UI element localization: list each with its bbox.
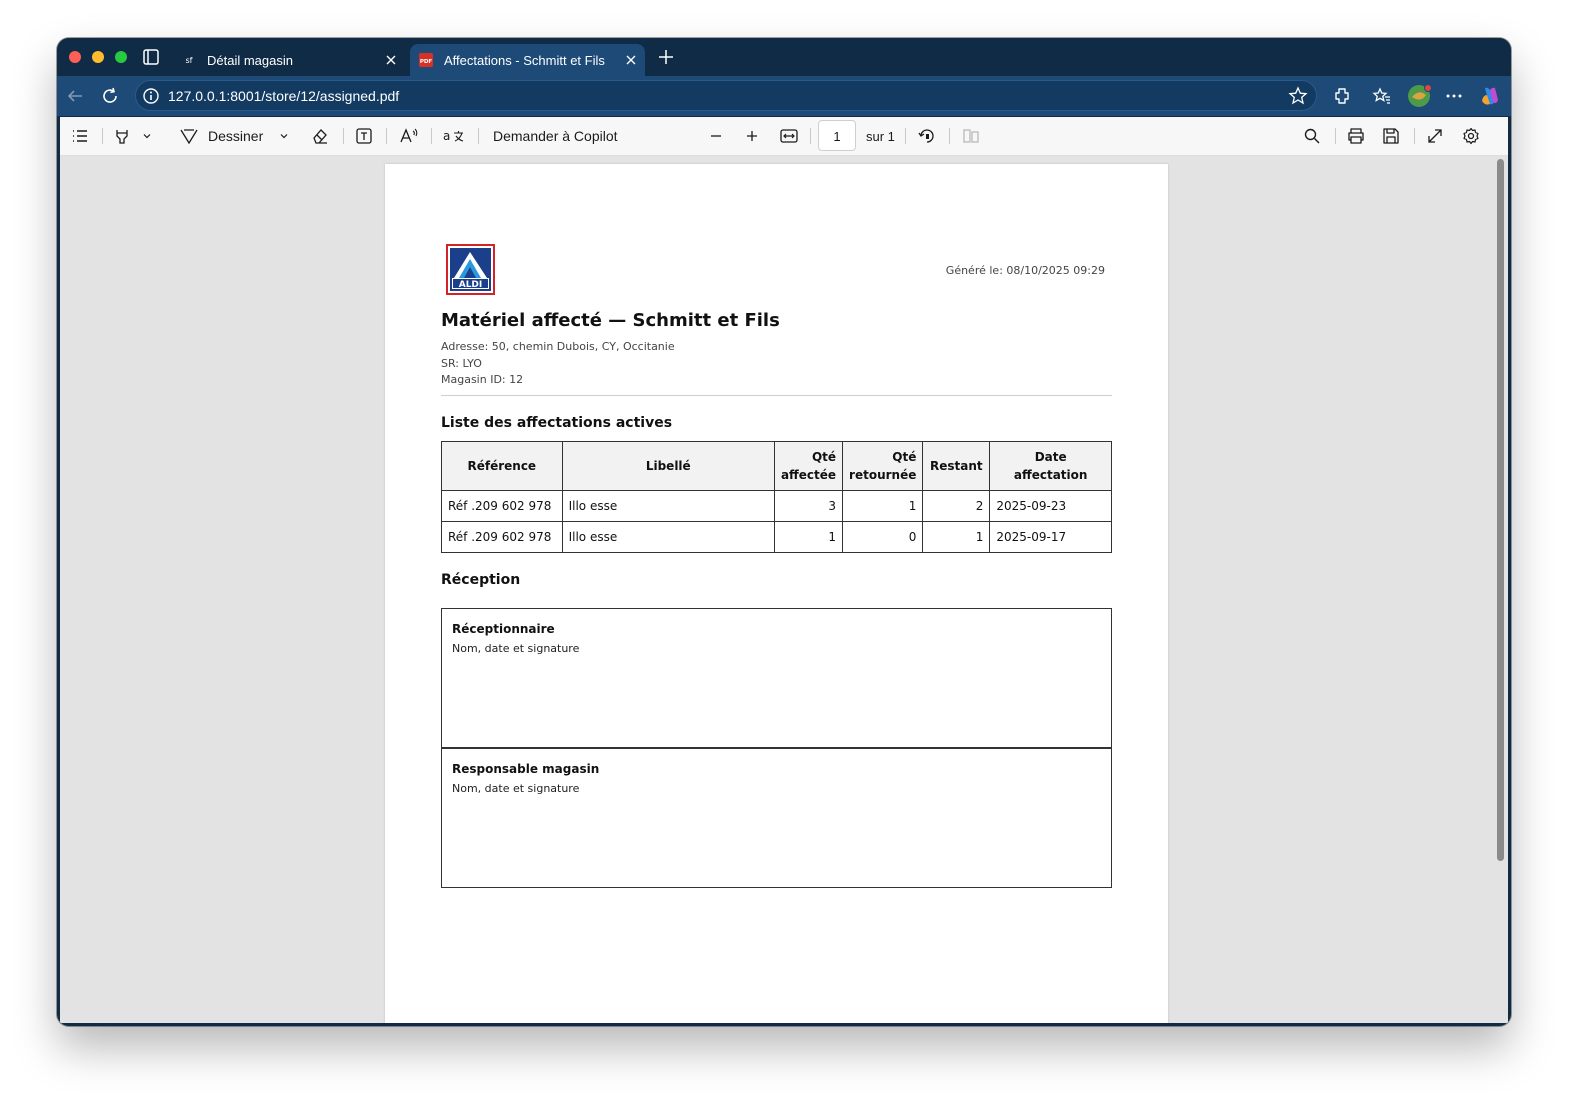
cell-reference: Réf .209 602 978 <box>441 521 563 553</box>
cell-remaining: 2 <box>922 490 991 522</box>
signature-hint: Nom, date et signature <box>452 642 580 655</box>
settings-gear-icon[interactable] <box>1462 126 1480 146</box>
store-address: Adresse: 50, chemin Dubois, CY, Occitani… <box>441 340 675 353</box>
contents-list-icon[interactable] <box>71 126 89 146</box>
signature-box-receiver: Réceptionnaire Nom, date et signature <box>441 608 1112 748</box>
cell-qty-assigned: 3 <box>773 490 844 522</box>
address-bar[interactable]: 127.0.0.1:8001/store/12/assigned.pdf <box>135 80 1317 111</box>
favorite-star-icon[interactable] <box>1288 86 1308 106</box>
store-sr: SR: LYO <box>441 357 482 370</box>
assignments-table: Référence Libellé Qté affectée Qté retourn… <box>441 441 1112 553</box>
navigation-bar: 127.0.0.1:8001/store/12/assigned.pdf <box>57 76 1511 116</box>
col-header-remaining: Restant <box>922 441 991 491</box>
page-number-input[interactable]: 1 <box>818 120 856 151</box>
zoom-in-icon[interactable] <box>745 126 759 146</box>
signature-hint: Nom, date et signature <box>452 782 580 795</box>
favorites-icon[interactable] <box>1371 85 1393 107</box>
eraser-icon[interactable] <box>311 126 329 146</box>
document-title: Matériel affecté — Schmitt et Fils <box>441 310 780 331</box>
more-options-icon[interactable] <box>1443 85 1465 107</box>
col-header-qty-assigned: Qté affectée <box>773 441 844 491</box>
tab-title: Détail magasin <box>207 52 293 68</box>
highlight-icon[interactable] <box>113 126 131 146</box>
search-icon[interactable] <box>1303 126 1321 146</box>
url-text: 127.0.0.1:8001/store/12/assigned.pdf <box>168 88 400 104</box>
tab-actions-icon[interactable] <box>141 47 161 67</box>
rotate-icon[interactable] <box>917 126 937 146</box>
vertical-scrollbar[interactable] <box>1497 159 1504 861</box>
page-total-label: sur 1 <box>866 128 895 144</box>
maximize-window-button[interactable] <box>115 51 127 63</box>
symfony-favicon-icon: sf <box>181 52 197 68</box>
new-tab-icon[interactable] <box>655 46 677 68</box>
pdf-favicon-icon: PDF <box>418 52 434 68</box>
signature-title: Réceptionnaire <box>452 622 555 636</box>
close-tab-icon[interactable] <box>381 50 401 70</box>
store-id: Magasin ID: 12 <box>441 373 524 386</box>
cell-label: Illo esse <box>561 490 775 522</box>
col-header-label: Libellé <box>561 441 775 491</box>
pdf-toolbar: Dessiner a Demander à Copilot 1 sur 1 <box>60 117 1508 156</box>
col-header-date: Date affectation <box>989 441 1112 491</box>
cell-label: Illo esse <box>561 521 775 553</box>
profile-avatar[interactable] <box>1407 83 1433 109</box>
col-header-qty-returned: Qté retournée <box>842 441 924 491</box>
draw-label: Dessiner <box>208 128 264 144</box>
close-tab-icon[interactable] <box>621 50 641 70</box>
signature-title: Responsable magasin <box>452 762 600 776</box>
page-view-icon[interactable] <box>961 126 981 146</box>
cell-date: 2025-09-23 <box>989 490 1112 522</box>
read-aloud-icon[interactable] <box>399 126 419 146</box>
site-info-icon[interactable] <box>142 87 160 105</box>
minimize-window-button[interactable] <box>92 51 104 63</box>
chevron-down-icon[interactable] <box>279 126 289 146</box>
fit-to-width-icon[interactable] <box>779 126 799 146</box>
extensions-icon[interactable] <box>1331 85 1353 107</box>
divider <box>441 395 1112 396</box>
print-icon[interactable] <box>1346 126 1366 146</box>
cell-date: 2025-09-17 <box>989 521 1112 553</box>
translate-icon[interactable]: a <box>443 126 465 146</box>
svg-text:ALDI: ALDI <box>459 280 483 290</box>
cell-qty-returned: 0 <box>842 521 924 553</box>
table-header-row: Référence Libellé Qté affectée Qté retourn… <box>441 441 1112 491</box>
copilot-icon[interactable] <box>1479 85 1501 107</box>
section-title-assignments: Liste des affectations actives <box>441 415 673 431</box>
close-window-button[interactable] <box>69 51 81 63</box>
tab-title: Affectations - Schmitt et Fils <box>444 52 605 68</box>
back-arrow-icon[interactable] <box>64 85 86 107</box>
cell-qty-returned: 1 <box>842 490 924 522</box>
chevron-down-icon[interactable] <box>142 126 152 146</box>
text-box-icon[interactable] <box>355 126 373 146</box>
generated-date: Généré le: 08/10/2025 09:29 <box>945 264 1105 277</box>
reload-icon[interactable] <box>99 85 121 107</box>
aldi-logo: ALDI <box>446 244 495 295</box>
pdf-viewer[interactable]: ALDI Généré le: 08/10/2025 09:29 Matérie… <box>60 156 1508 1023</box>
cell-reference: Réf .209 602 978 <box>441 490 563 522</box>
tab-assignments-pdf[interactable]: PDF Affectations - Schmitt et Fils <box>410 44 645 76</box>
section-title-reception: Réception <box>441 572 521 588</box>
browser-window: sf Détail magasin PDF Affectations - Sch… <box>57 38 1511 1026</box>
cell-qty-assigned: 1 <box>773 521 844 553</box>
ask-copilot-button[interactable]: Demander à Copilot <box>493 126 618 146</box>
draw-icon <box>180 129 198 145</box>
tab-strip: sf Détail magasin PDF Affectations - Sch… <box>57 38 1511 76</box>
draw-button[interactable]: Dessiner <box>179 126 263 146</box>
table-row: Réf .209 602 978 Illo esse 1 0 1 2025-09… <box>441 521 1112 553</box>
svg-text:a: a <box>443 129 450 143</box>
zoom-out-icon[interactable] <box>709 126 723 146</box>
ask-copilot-label: Demander à Copilot <box>493 128 618 144</box>
cell-remaining: 1 <box>922 521 991 553</box>
table-row: Réf .209 602 978 Illo esse 3 1 2 2025-09… <box>441 490 1112 522</box>
signature-box-store-manager: Responsable magasin Nom, date et signatu… <box>441 748 1112 888</box>
col-header-reference: Référence <box>441 441 563 491</box>
tab-store-detail[interactable]: sf Détail magasin <box>173 44 405 76</box>
pdf-page: ALDI Généré le: 08/10/2025 09:29 Matérie… <box>385 164 1168 1023</box>
svg-text:sf: sf <box>186 56 193 65</box>
svg-text:PDF: PDF <box>420 59 433 65</box>
fullscreen-icon[interactable] <box>1426 126 1444 146</box>
save-icon[interactable] <box>1382 126 1400 146</box>
